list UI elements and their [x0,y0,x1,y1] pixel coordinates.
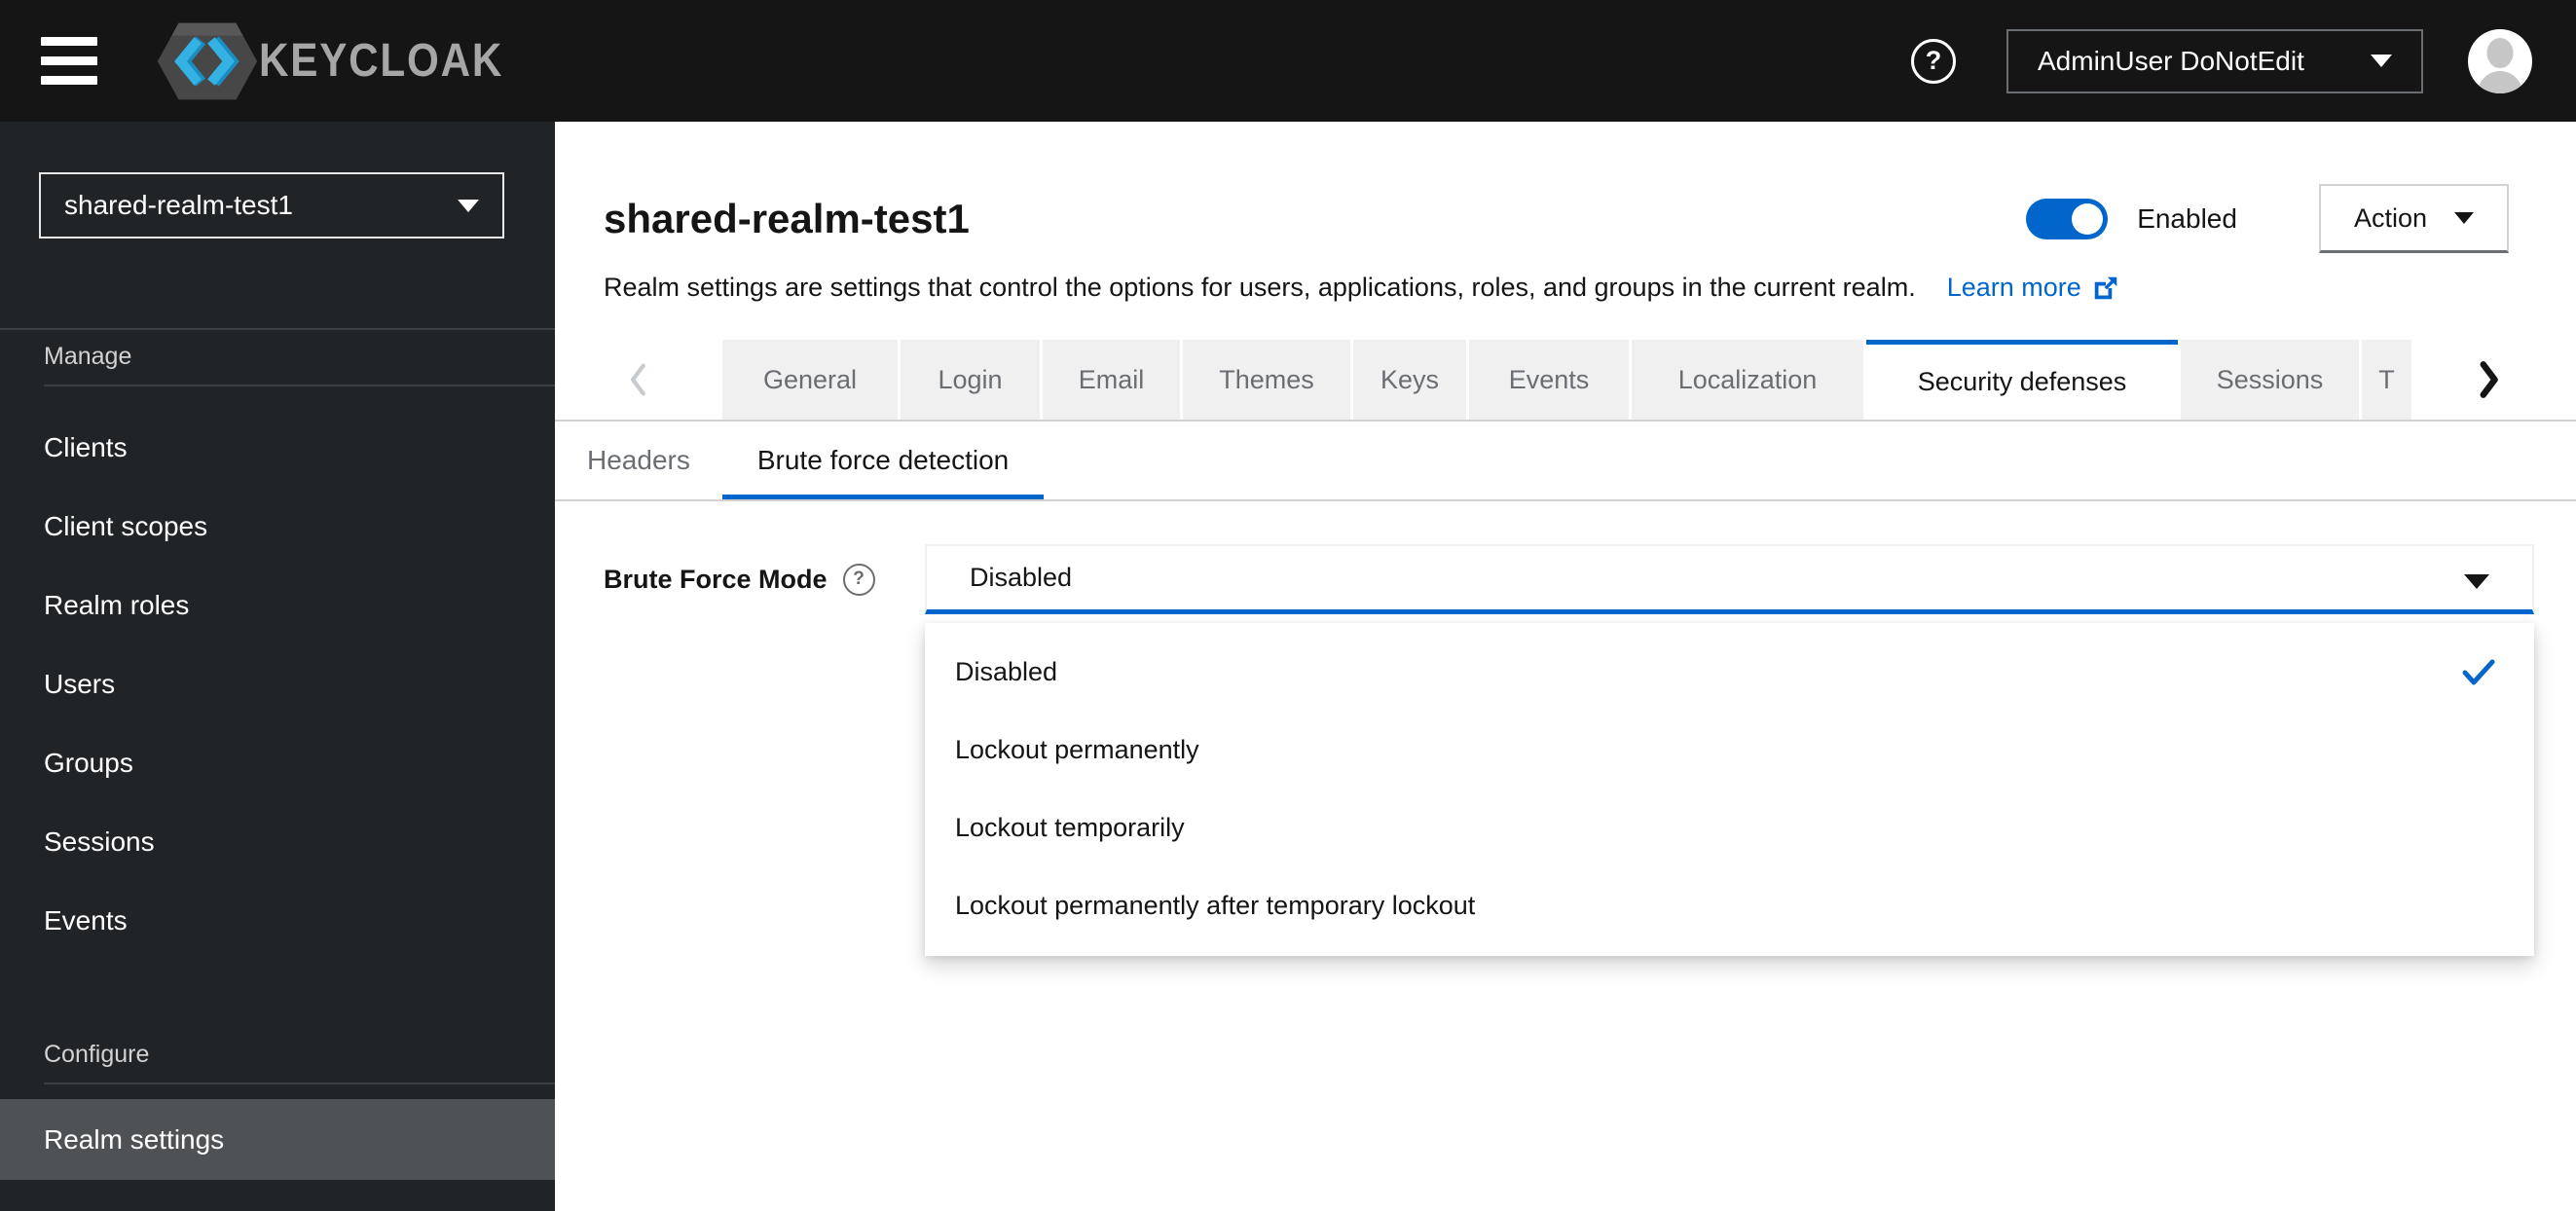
tab-security-defenses[interactable]: Security defenses [1866,340,2178,420]
sidebar-item-events[interactable]: Events [0,881,555,960]
tab-list: General Login Email Themes Keys Events L… [722,340,2411,420]
keycloak-logo-icon [157,22,258,99]
check-icon [2462,659,2495,685]
caret-down-icon [2454,212,2474,224]
option-lockout-permanently[interactable]: Lockout permanently [925,711,2534,789]
nav-list: Clients Client scopes Realm roles Users … [0,386,555,960]
brute-force-mode-menu: Disabled Lockout permanently Lockout tem… [925,623,2534,956]
tab-sessions[interactable]: Sessions [2181,340,2359,420]
current-realm-label: shared-realm-test1 [64,190,293,220]
keycloak-admin-console: KEYCLOAK ? AdminUser DoNotEdit shared-re… [0,0,2576,1211]
option-lockout-permanently-after-temporary-lockout[interactable]: Lockout permanently after temporary lock… [925,866,2534,944]
caret-down-icon [2464,574,2489,589]
tab-truncated[interactable]: T [2362,340,2411,420]
tabs-scroll-left-button[interactable] [555,340,722,420]
masthead: KEYCLOAK ? AdminUser DoNotEdit [0,0,2576,122]
app-body: shared-realm-test1 Manage Clients Client… [0,122,2576,1211]
user-menu-label: AdminUser DoNotEdit [2038,45,2304,76]
keycloak-logo-text: KEYCLOAK [259,35,504,87]
user-menu-button[interactable]: AdminUser DoNotEdit [2006,28,2423,93]
help-icon[interactable]: ? [842,563,875,596]
brute-force-form: Brute Force Mode ? Disabled Disabled Loc… [555,501,2576,1211]
hamburger-icon [41,76,97,85]
tab-email[interactable]: Email [1043,340,1180,420]
main-content: shared-realm-test1 Enabled Action Realm … [555,122,2576,1211]
tab-brute-force-detection[interactable]: Brute force detection [722,422,1044,499]
tab-localization[interactable]: Localization [1632,340,1863,420]
learn-more-link[interactable]: Learn more [1947,273,2120,303]
realm-selector[interactable]: shared-realm-test1 [39,172,504,239]
nav-toggle-button[interactable] [39,31,99,91]
nav-section-manage: Manage Clients Client scopes Realm roles… [0,343,555,960]
selected-value: Disabled [970,563,1073,592]
page-header: shared-realm-test1 Enabled Action Realm … [555,122,2576,303]
avatar-person-icon [2478,70,2522,93]
question-mark-glyph: ? [853,569,865,589]
enabled-toggle-label: Enabled [2137,202,2237,234]
enabled-toggle[interactable] [2026,198,2109,239]
enabled-toggle-group: Enabled [2026,198,2237,239]
option-lockout-temporarily[interactable]: Lockout temporarily [925,789,2534,866]
option-disabled[interactable]: Disabled [925,633,2534,711]
sidebar-item-clients[interactable]: Clients [0,408,555,487]
hamburger-icon [41,56,97,65]
question-circle-icon: ? [1925,46,1942,75]
external-link-icon [2094,276,2117,299]
nav-section-configure: Configure Realm settings [0,1041,555,1180]
nav-section-title: Configure [44,1041,555,1084]
field-label-group: Brute Force Mode ? [604,544,925,614]
avatar-person-icon [2486,37,2514,68]
option-label: Disabled [955,656,1058,686]
page-title: shared-realm-test1 [604,195,970,241]
sidebar: shared-realm-test1 Manage Clients Client… [0,122,555,1211]
learn-more-label: Learn more [1946,273,2081,302]
brute-force-mode-select-group: Disabled Disabled Lockout permanently Lo… [925,544,2534,956]
brute-force-mode-field: Brute Force Mode ? Disabled Disabled Loc… [604,544,2534,956]
caret-down-icon [458,199,479,212]
action-menu-label: Action [2353,202,2427,233]
tab-headers[interactable]: Headers [555,422,722,499]
tab-login[interactable]: Login [901,340,1040,420]
avatar[interactable] [2468,28,2532,93]
sidebar-item-realm-roles[interactable]: Realm roles [0,566,555,644]
tabs-scroll-right-button[interactable] [2445,340,2532,420]
title-row: shared-realm-test1 Enabled Action [604,184,2509,253]
realm-settings-tabs: General Login Email Themes Keys Events L… [555,340,2576,422]
realm-description: Realm settings are settings that control… [604,273,1916,302]
caret-down-icon [2371,55,2392,67]
option-label: Lockout permanently after temporary lock… [955,890,1476,920]
sidebar-item-client-scopes[interactable]: Client scopes [0,487,555,566]
security-defenses-subtabs: Headers Brute force detection [555,422,2576,501]
brute-force-mode-label: Brute Force Mode [604,564,828,594]
nav-section-title: Manage [44,343,555,386]
help-button[interactable]: ? [1911,38,1956,84]
sidebar-item-sessions[interactable]: Sessions [0,802,555,881]
realm-selector-block: shared-realm-test1 [0,122,555,330]
sidebar-nav: Manage Clients Client scopes Realm roles… [0,330,555,1180]
sidebar-item-groups[interactable]: Groups [0,723,555,802]
sidebar-item-realm-settings[interactable]: Realm settings [0,1099,555,1180]
chevron-left-icon [630,363,645,396]
keycloak-logo: KEYCLOAK [150,17,536,106]
sidebar-item-users[interactable]: Users [0,644,555,723]
brute-force-mode-select[interactable]: Disabled [925,544,2534,614]
option-label: Lockout permanently [955,734,1199,764]
tab-keys[interactable]: Keys [1353,340,1466,420]
tab-events[interactable]: Events [1469,340,1629,420]
chevron-right-icon [2480,361,2498,398]
tab-themes[interactable]: Themes [1183,340,1350,420]
toggle-knob [2072,202,2104,235]
nav-list: Realm settings [0,1084,555,1180]
option-label: Lockout temporarily [955,812,1185,842]
description-row: Realm settings are settings that control… [604,273,2509,303]
action-menu-button[interactable]: Action [2318,184,2509,253]
hamburger-icon [41,37,97,46]
tab-general[interactable]: General [722,340,898,420]
